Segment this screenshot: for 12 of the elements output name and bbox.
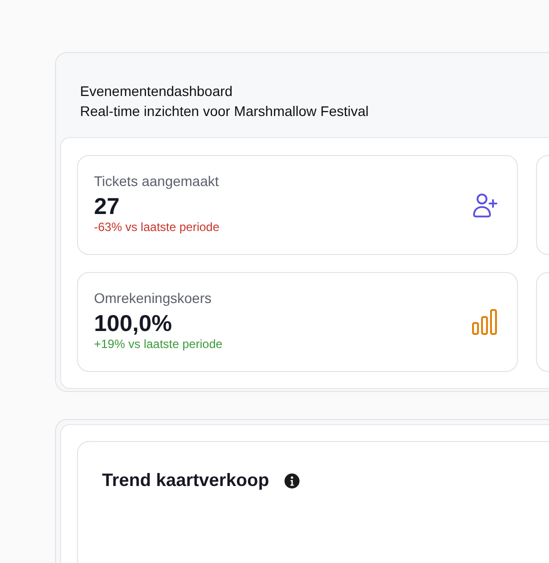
stat-change: -63% vs laatste periode [94, 220, 220, 234]
stat-label: Omrekeningskoers [94, 290, 212, 306]
stat-value: 27 [94, 192, 121, 220]
stat-change: +19% vs laatste periode [94, 336, 222, 350]
chart-title: Trend kaartverkoop [102, 470, 270, 491]
user-plus-icon [471, 191, 499, 219]
dashboard-title: Evenementendashboard [80, 82, 234, 101]
bar-chart-icon [471, 308, 499, 336]
stat-label: Tickets aangemaakt [94, 172, 220, 188]
dashboard-subtitle: Real-time inzichten voor Marshmallow Festival [80, 102, 370, 121]
info-icon[interactable] [284, 472, 300, 488]
stat-value: 100,0% [94, 308, 174, 336]
